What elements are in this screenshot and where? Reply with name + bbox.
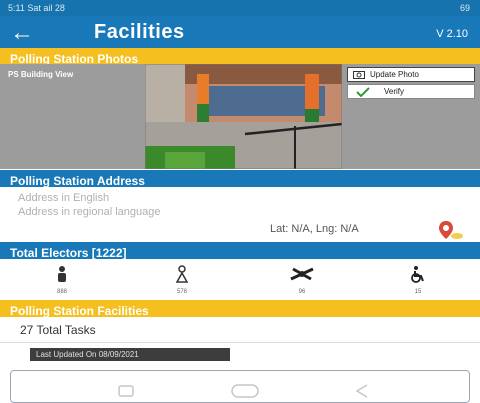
elector-pwd-count: 15 [414, 289, 422, 295]
update-photo-label: Update Photo [370, 70, 419, 79]
male-voter-icon [58, 266, 66, 282]
female-voter-icon [175, 265, 189, 283]
update-photo-button[interactable]: Update Photo [347, 67, 475, 82]
checkmark-icon [356, 87, 370, 97]
elector-male-count: 888 [56, 289, 67, 295]
system-nav-bar [0, 380, 480, 403]
elector-male: 888 [22, 265, 102, 298]
back-nav-icon[interactable] [355, 384, 369, 398]
elector-third-gender: 96 [262, 265, 342, 298]
version-label: V 2.10 [436, 28, 468, 40]
address-english: Address in English [18, 192, 110, 204]
section-header-electors: Total Electors [1222] [0, 242, 480, 260]
elector-female: 578 [142, 265, 222, 298]
page-title: Facilities [94, 21, 185, 43]
elector-female-count: 578 [176, 289, 187, 295]
section-header-facilities: Polling Station Facilities [0, 300, 480, 318]
last-updated-tooltip: Last Updated On 08/09/2021 [30, 348, 230, 361]
recent-apps-icon[interactable] [118, 385, 134, 397]
section-header-address: Polling Station Address [0, 170, 480, 188]
pwd-wheelchair-icon [411, 266, 424, 283]
app-bar: ← Facilities V 2.10 [0, 16, 480, 52]
battery-indicator: 69 [459, 3, 470, 13]
section-header-photos: Polling Station Photos [0, 48, 480, 66]
status-bar: 5:11 Sat ail 28 69 [0, 0, 480, 16]
elector-pwd: 15 [378, 265, 458, 298]
total-tasks: 27 Total Tasks [20, 323, 96, 337]
photo-caption: PS Building View [8, 70, 74, 79]
map-pin-icon[interactable] [436, 219, 466, 241]
third-gender-icon [290, 267, 314, 281]
address-regional: Address in regional language [18, 206, 161, 218]
back-arrow-icon[interactable]: ← [10, 20, 34, 46]
divider [0, 342, 480, 343]
verify-button[interactable]: Verify [347, 84, 475, 99]
building-photo[interactable] [145, 64, 342, 169]
home-icon[interactable] [231, 384, 259, 398]
camera-icon [353, 71, 365, 79]
elector-third-gender-count: 96 [298, 289, 306, 295]
lat-lng-text: Lat: N/A, Lng: N/A [270, 223, 359, 235]
status-time: 5:11 Sat ail 28 [8, 3, 65, 13]
verify-label: Verify [384, 87, 405, 96]
